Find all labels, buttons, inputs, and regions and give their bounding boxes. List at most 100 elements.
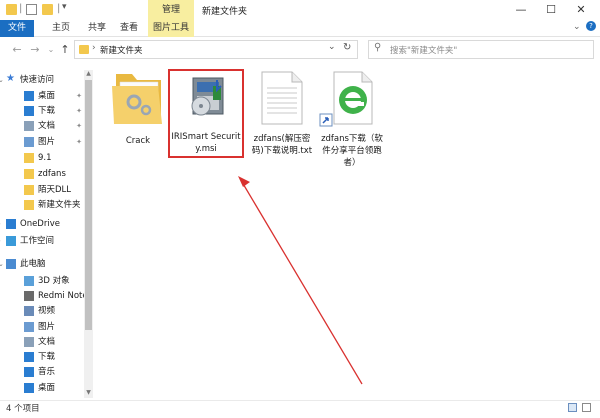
sidebar-item[interactable]: 新建文件夹 [0,198,84,212]
file-item-txt[interactable]: zdfans(解压密码)下载说明.txt [248,66,316,162]
separator: | [57,3,61,14]
breadcrumb-current[interactable]: 新建文件夹 [100,44,143,56]
folder-icon [24,185,34,195]
sidebar-item-label: 新建文件夹 [38,200,81,210]
folder-icon [24,153,34,163]
scrollbar-thumb[interactable] [85,80,92,330]
sidebar-item[interactable]: zdfans [0,167,84,181]
scroll-down-icon[interactable]: ▼ [85,389,92,397]
sidebar-item[interactable]: 图片 ✦ [0,135,84,149]
workspace-icon [6,236,16,246]
sidebar-item-label: 视频 [38,306,56,316]
sidebar-item[interactable]: 音乐 [0,365,84,379]
file-item-shortcut[interactable]: zdfans下载（软件分享平台领跑者） [318,66,386,168]
tab-view[interactable]: 查看 [112,20,146,37]
sidebar-item-label: 音乐 [38,367,56,377]
arrow-head-icon [238,176,250,187]
sidebar-item-label: zdfans [38,169,66,179]
annotation-arrow [238,176,363,385]
up-button[interactable]: ↑ [58,43,72,57]
pin-icon: ✦ [76,122,82,130]
sidebar-item-label: 此电脑 [20,259,46,269]
download-icon [24,106,34,116]
sidebar-item[interactable]: 陌天DLL [0,183,84,197]
3d-objects-icon [24,276,34,286]
sidebar-item[interactable]: 工作空间 › [0,234,84,248]
sidebar-item[interactable]: 此电脑 ⌄ [0,257,84,271]
sidebar-item-label: 快速访问 [20,75,55,85]
expand-chevron-icon[interactable]: › [0,234,1,248]
desktop-icon [24,91,34,101]
minimize-button[interactable]: — [506,0,536,20]
tab-home[interactable]: 主页 [44,20,78,37]
qat-dropdown-icon[interactable]: ▾ [62,2,67,12]
file-name: zdfans(解压密码)下载说明.txt [251,134,313,156]
forward-button[interactable]: → [28,43,42,57]
refresh-icon[interactable]: ↻ [343,42,351,53]
sidebar-item-label: 下载 [38,106,56,116]
scroll-up-icon[interactable]: ▲ [85,70,92,78]
expand-chevron-icon[interactable]: ⌄ [0,257,4,271]
download-icon [24,352,34,362]
back-button[interactable]: ← [10,43,24,57]
pin-icon: ✦ [76,107,82,115]
tab-file[interactable]: 文件 [0,20,34,37]
sidebar-item-label: OneDrive [20,219,60,229]
sidebar-item[interactable]: 桌面 [0,381,84,395]
sidebar-item[interactable]: 下载 [0,350,84,364]
star-icon: ★ [6,73,15,84]
pictures-icon [24,322,34,332]
sidebar-item[interactable]: 视频 [0,304,84,318]
sidebar-item-label: 文档 [38,121,56,131]
sidebar-item-label: 桌面 [38,91,56,101]
sidebar-item-label: 陌天DLL [38,185,72,195]
pin-icon: ✦ [76,138,82,146]
sidebar-item-label: 图片 [38,322,56,332]
sidebar-item-label: 9.1 [38,153,52,163]
search-placeholder: 搜索"新建文件夹" [390,46,458,56]
file-item-msi[interactable]: IRISmart Security.msi [171,72,241,156]
folder-icon [79,45,89,54]
sidebar-item[interactable]: 图片 [0,320,84,334]
new-folder-icon[interactable] [42,4,53,15]
item-count: 4 个项目 [6,404,40,414]
sidebar-item[interactable]: 下载 ✦ [0,104,84,118]
msi-installer-icon [191,77,224,116]
status-bar [0,400,600,418]
folder-icon [112,74,162,124]
details-view-icon[interactable] [568,403,577,412]
file-item-crack[interactable]: Crack [106,66,170,158]
phone-icon [24,291,34,301]
sidebar-item-label: 桌面 [38,383,56,393]
sidebar-item[interactable]: ★ 快速访问 ⌄ [0,73,84,87]
expand-chevron-icon[interactable]: ⌄ [0,73,4,87]
address-dropdown-icon[interactable]: ⌄ [328,42,336,52]
text-file-icon [261,71,303,125]
file-name: IRISmart Security.msi [171,132,241,154]
properties-icon[interactable] [26,4,37,15]
ie-shortcut-icon [319,71,373,127]
close-button[interactable]: ✕ [566,0,596,20]
expand-ribbon-icon[interactable]: ⌄ [573,22,581,32]
large-icons-view-icon[interactable] [582,403,591,412]
folder-icon [6,4,17,15]
maximize-button[interactable]: ☐ [536,0,566,20]
sidebar-item[interactable]: 文档 [0,335,84,349]
sidebar-item[interactable]: Redmi Note [0,289,84,303]
sidebar-item[interactable]: 3D 对象 [0,274,84,288]
tab-picture-tools[interactable]: 图片工具 [148,20,194,37]
music-icon [24,367,34,377]
sidebar-item[interactable]: 9.1 [0,151,84,165]
sidebar-item[interactable]: OneDrive › [0,217,84,231]
sidebar-item[interactable]: 桌面 ✦ [0,89,84,103]
tab-share[interactable]: 共享 [80,20,114,37]
sidebar-item-label: 图片 [38,137,56,147]
sidebar-item[interactable]: 文档 ✦ [0,119,84,133]
tab-manage[interactable]: 管理 [148,0,194,20]
help-icon[interactable]: ? [586,21,596,31]
file-name: Crack [125,136,151,146]
recent-locations-dropdown-icon[interactable]: ⌄ [44,43,58,57]
folder-icon [24,169,34,179]
sidebar-item-label: 下载 [38,352,56,362]
expand-chevron-icon[interactable]: › [0,217,1,231]
